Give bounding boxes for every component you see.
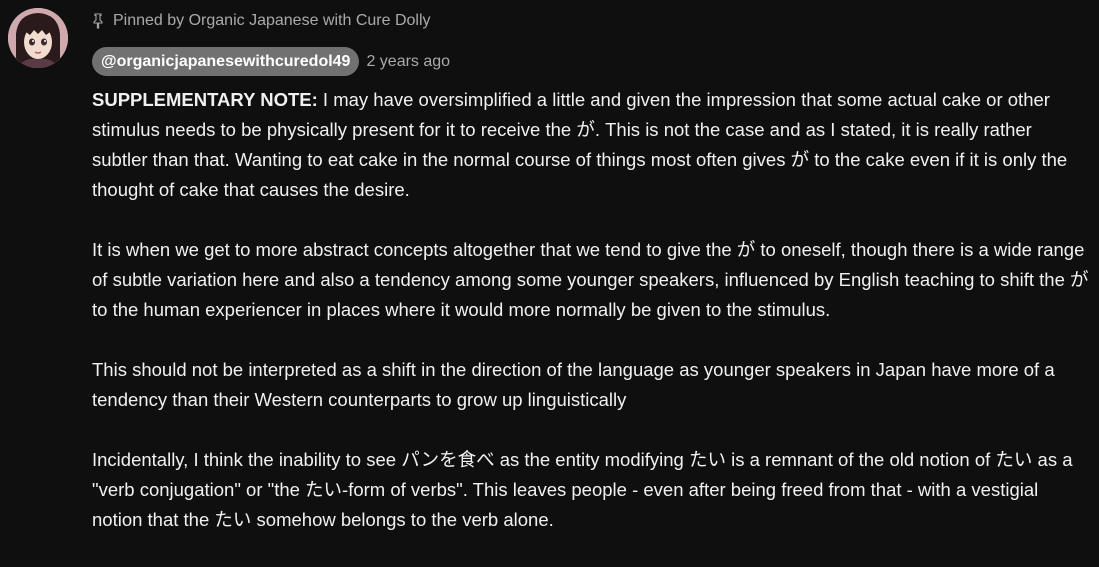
pinned-comment: Pinned by Organic Japanese with Cure Dol… xyxy=(0,0,1099,567)
comment-timestamp[interactable]: 2 years ago xyxy=(366,53,450,71)
doll-avatar-icon xyxy=(8,8,68,68)
author-avatar[interactable] xyxy=(8,8,68,68)
pinned-indicator: Pinned by Organic Japanese with Cure Dol… xyxy=(91,10,431,32)
supplementary-note-label: SUPPLEMENTARY NOTE: xyxy=(92,89,318,110)
comment-paragraph-3: This should not be interpreted as a shif… xyxy=(92,359,1055,410)
pin-icon xyxy=(91,13,105,29)
comment-paragraph-2: It is when we get to more abstract conce… xyxy=(92,239,1089,320)
comment-body: SUPPLEMENTARY NOTE: I may have oversimpl… xyxy=(92,85,1092,535)
pinned-text: Pinned by Organic Japanese with Cure Dol… xyxy=(113,12,431,29)
comment-paragraph-4: Incidentally, I think the inability to s… xyxy=(92,449,1073,530)
comment-paragraph-1: SUPPLEMENTARY NOTE: I may have oversimpl… xyxy=(92,85,1092,205)
author-handle[interactable]: @organicjapanesewithcuredol49 xyxy=(92,47,360,76)
comment-header: @organicjapanesewithcuredol49 2 years ag… xyxy=(92,47,450,76)
